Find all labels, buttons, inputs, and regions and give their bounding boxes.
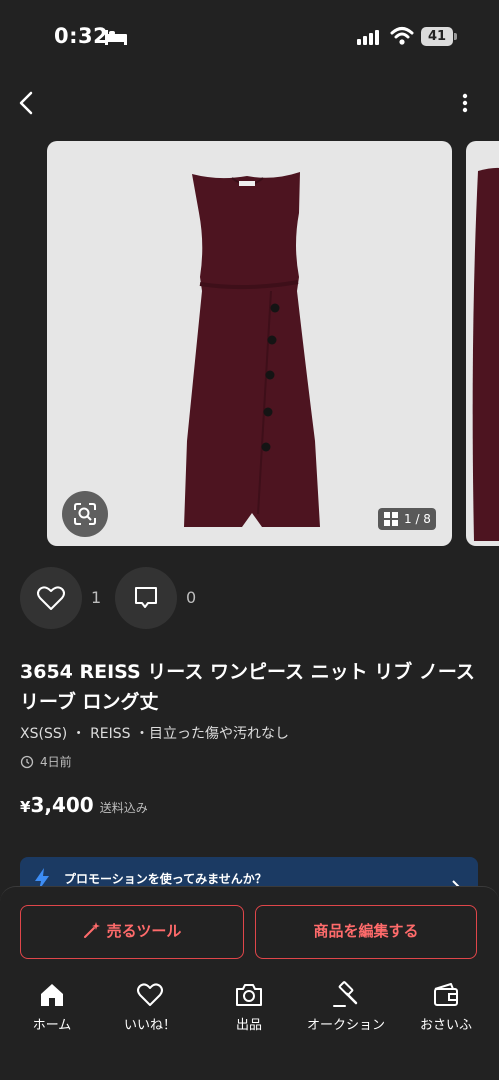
camera-icon xyxy=(236,984,262,1006)
posted-time-text: 4日前 xyxy=(40,755,72,769)
sell-tool-button[interactable]: 売るツール xyxy=(20,905,244,959)
next-product-image[interactable] xyxy=(466,141,499,546)
comment-button[interactable] xyxy=(115,567,177,629)
price-row: ¥3,400 送料込み xyxy=(20,793,148,821)
battery-tip xyxy=(454,33,457,40)
back-icon[interactable] xyxy=(12,88,42,118)
tab-wallet[interactable]: おさいふ xyxy=(401,980,491,1040)
image-search-button[interactable] xyxy=(62,491,108,537)
clock-icon xyxy=(20,755,34,769)
status-time: 0:32 xyxy=(54,24,109,48)
tab-list-item-label: 出品 xyxy=(235,1018,262,1033)
image-counter: 1 / 8 xyxy=(378,508,436,530)
cellular-signal-icon xyxy=(357,30,379,45)
product-title: 3654 REISS リース ワンピース ニット リブ ノースリーブ ロング丈 xyxy=(20,661,475,713)
shipping-label: 送料込み xyxy=(99,801,148,815)
edit-item-label: 商品を編集する xyxy=(313,922,419,940)
price-currency: ¥ xyxy=(20,798,31,816)
like-button[interactable] xyxy=(20,567,82,629)
tab-auction[interactable]: オークション xyxy=(301,980,391,1040)
tab-likes-label: いいね！ xyxy=(123,1018,176,1033)
wallet-icon xyxy=(434,983,458,1006)
battery-indicator: 41 xyxy=(421,27,457,46)
image-search-icon xyxy=(74,503,96,525)
tab-home[interactable]: ホーム xyxy=(7,980,97,1040)
sleep-focus-icon xyxy=(105,30,127,45)
heart-icon xyxy=(37,586,65,610)
product-image[interactable] xyxy=(47,141,452,546)
tab-home-label: ホーム xyxy=(32,1018,72,1033)
product-meta: XS(SS) ・ REISS ・目立った傷や汚れなし xyxy=(20,726,290,742)
comment-count: 0 xyxy=(186,588,197,607)
battery-level: 41 xyxy=(421,27,453,46)
like-count: 1 xyxy=(91,588,102,607)
dress-tag xyxy=(239,181,255,186)
gavel-icon xyxy=(333,981,358,1007)
grid-icon xyxy=(384,512,398,526)
tab-auction-label: オークション xyxy=(306,1018,385,1033)
price: 3,400 xyxy=(30,793,94,817)
heart-icon xyxy=(137,983,163,1006)
magic-wand-icon xyxy=(83,922,100,938)
promotion-text: プロモーションを使ってみませんか？ xyxy=(64,872,267,886)
image-counter-text: 1 / 8 xyxy=(404,512,431,526)
wifi-icon xyxy=(390,27,414,45)
tab-list-item[interactable]: 出品 xyxy=(204,980,294,1040)
tab-likes[interactable]: いいね！ xyxy=(105,980,195,1040)
edit-item-button[interactable]: 商品を編集する xyxy=(255,905,477,959)
sell-tool-label: 売るツール xyxy=(106,922,182,940)
status-bar: 0:32 41 xyxy=(0,0,499,75)
more-options-icon[interactable] xyxy=(452,88,478,118)
dress-illustration xyxy=(184,172,320,527)
home-icon xyxy=(41,984,63,1006)
tab-wallet-label: おさいふ xyxy=(419,1018,472,1033)
comment-icon xyxy=(135,587,157,608)
